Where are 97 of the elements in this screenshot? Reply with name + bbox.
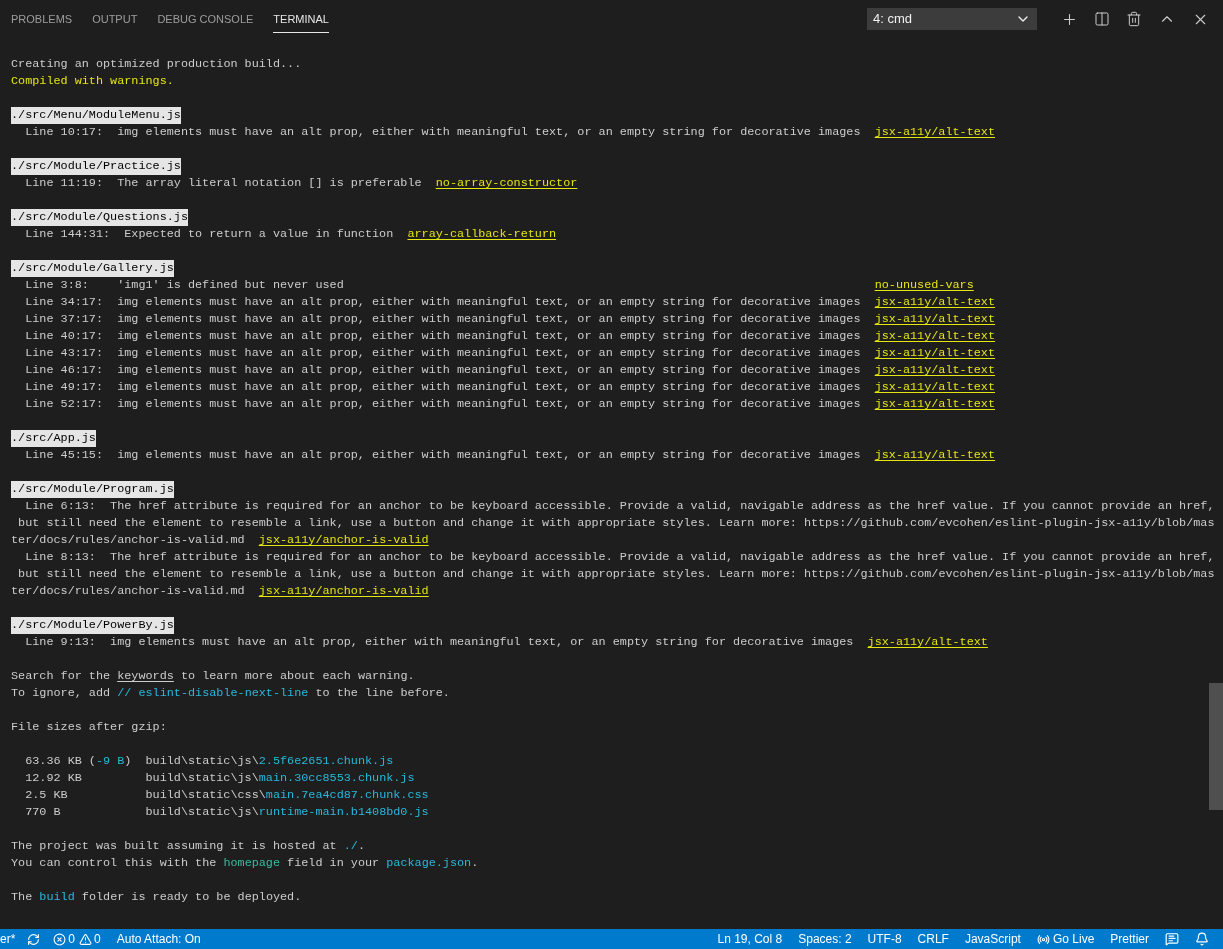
file-path: ./src/Module/Practice.js bbox=[11, 158, 181, 175]
warning-location: Line 45:15: bbox=[25, 447, 105, 464]
error-count[interactable]: 0 bbox=[68, 930, 76, 948]
file-size: 770 B bbox=[25, 804, 62, 821]
sync-icon[interactable] bbox=[27, 932, 41, 946]
terminal-line: You can control this with the homepage field in your package.json. bbox=[11, 855, 479, 872]
warning-message: Expected to return a value in function bbox=[124, 226, 395, 243]
warning-message: img elements must have an alt prop, either with meaningful text, or an empty string for decorative images bbox=[117, 328, 862, 345]
status-item[interactable]: CRLF bbox=[917, 930, 949, 948]
warning-message: img elements must have an alt prop, either with meaningful text, or an empty string for decorative images bbox=[117, 396, 862, 413]
rule-link[interactable]: jsx-a11y/anchor-is-valid bbox=[258, 532, 429, 549]
output-file-path: build\static\css\main.7ea4cd87.chunk.css bbox=[145, 787, 429, 804]
warning-location: Line 9:13: bbox=[25, 634, 97, 651]
panel-tab[interactable]: OUTPUT bbox=[92, 4, 138, 34]
warning-message: but still need the element to resemble a link, use a button and change it with appropriate styles. Learn more: https://github.com/evcohen/eslint-plugin-jsx-a11y/blob/mas bbox=[17, 566, 1215, 583]
rule-link[interactable]: jsx-a11y/alt-text bbox=[874, 328, 995, 345]
warning-location: Line 6:13: bbox=[25, 498, 97, 515]
rule-link[interactable]: jsx-a11y/alt-text bbox=[874, 396, 995, 413]
scrollbar-thumb[interactable] bbox=[1209, 683, 1223, 810]
terminal-line: The project was built assuming it is hosted at ./. bbox=[11, 838, 365, 855]
warning-location: Line 3:8: bbox=[25, 277, 90, 294]
rule-link[interactable]: no-array-constructor bbox=[435, 175, 578, 192]
rule-link[interactable]: jsx-a11y/alt-text bbox=[874, 345, 995, 362]
terminal-line: File sizes after gzip: bbox=[11, 719, 167, 736]
file-path: ./src/Module/Questions.js bbox=[11, 209, 188, 226]
panel-tab[interactable]: TERMINAL bbox=[273, 4, 329, 34]
file-path: ./src/Module/Gallery.js bbox=[11, 260, 174, 277]
broadcast-icon bbox=[1036, 932, 1050, 946]
rule-link[interactable]: jsx-a11y/alt-text bbox=[867, 634, 988, 651]
feedback-icon[interactable] bbox=[1165, 932, 1179, 946]
warning-count[interactable]: 0 bbox=[94, 930, 101, 948]
rule-link[interactable]: jsx-a11y/alt-text bbox=[874, 311, 995, 328]
warning-location: Line 52:17: bbox=[25, 396, 105, 413]
terminal-line: To ignore, add // eslint-disable-next-line to the line before. bbox=[11, 685, 450, 702]
terminal-line: Compiled with warnings. bbox=[11, 73, 174, 90]
trash-icon[interactable] bbox=[1126, 11, 1142, 27]
warning-location: Line 10:17: bbox=[25, 124, 105, 141]
rule-link[interactable]: jsx-a11y/alt-text bbox=[874, 447, 995, 464]
file-size: 12.92 KB bbox=[25, 770, 83, 787]
file-size: 2.5 KB bbox=[25, 787, 69, 804]
rule-link[interactable]: jsx-a11y/anchor-is-valid bbox=[258, 583, 429, 600]
file-path: ./src/Module/Program.js bbox=[11, 481, 174, 498]
split-icon[interactable] bbox=[1094, 11, 1110, 27]
warning-message: img elements must have an alt prop, either with meaningful text, or an empty string for decorative images bbox=[117, 362, 862, 379]
warning-location: Line 43:17: bbox=[25, 345, 105, 362]
warning-message: img elements must have an alt prop, either with meaningful text, or an empty string for decorative images bbox=[117, 294, 862, 311]
branch-name[interactable]: er* bbox=[0, 930, 28, 948]
warning-location: Line 46:17: bbox=[25, 362, 105, 379]
file-size: 63.36 KB (-9 B) bbox=[25, 753, 133, 770]
panel-tab[interactable]: PROBLEMS bbox=[11, 4, 73, 34]
warning-location: Line 40:17: bbox=[25, 328, 105, 345]
formatter-status[interactable]: Prettier bbox=[1110, 930, 1149, 948]
file-path: ./src/App.js bbox=[11, 430, 96, 447]
rule-link[interactable]: jsx-a11y/alt-text bbox=[874, 379, 995, 396]
warning-message: ter/docs/rules/anchor-is-valid.md bbox=[11, 583, 245, 600]
warning-message: ter/docs/rules/anchor-is-valid.md bbox=[11, 532, 245, 549]
warning-message: img elements must have an alt prop, either with meaningful text, or an empty string for decorative images bbox=[117, 345, 862, 362]
output-file-path: build\static\js\2.5f6e2651.chunk.js bbox=[145, 753, 394, 770]
terminal-line: Search for the keywords to learn more about each warning. bbox=[11, 668, 415, 685]
output-file-path: build\static\js\main.30cc8553.chunk.js bbox=[145, 770, 415, 787]
warning-message: The href attribute is required for an anchor to be keyboard accessible. Provide a valid, navigable address as the href value. If you cannot provide an href, bbox=[110, 549, 1215, 566]
warning-message: The href attribute is required for an anchor to be keyboard accessible. Provide a valid, navigable address as the href value. If you cannot provide an href, bbox=[110, 498, 1215, 515]
rule-link[interactable]: jsx-a11y/alt-text bbox=[874, 124, 995, 141]
warning-message: img elements must have an alt prop, either with meaningful text, or an empty string for decorative images bbox=[117, 447, 862, 464]
go-live-button[interactable]: Go Live bbox=[1052, 930, 1095, 948]
warning-location: Line 37:17: bbox=[25, 311, 105, 328]
warning-message: img elements must have an alt prop, either with meaningful text, or an empty string for decorative images bbox=[117, 124, 862, 141]
warning-message: The array literal notation [] is preferable bbox=[117, 175, 423, 192]
warning-message: img elements must have an alt prop, either with meaningful text, or an empty string for decorative images bbox=[110, 634, 855, 651]
terminal-line: Creating an optimized production build... bbox=[11, 56, 302, 73]
file-path: ./src/Module/PowerBy.js bbox=[11, 617, 174, 634]
panel-tab[interactable]: DEBUG CONSOLE bbox=[157, 4, 254, 34]
warning-location: Line 144:31: bbox=[25, 226, 112, 243]
status-item[interactable]: JavaScript bbox=[964, 930, 1021, 948]
rule-link[interactable]: jsx-a11y/alt-text bbox=[874, 362, 995, 379]
warning-location: Line 34:17: bbox=[25, 294, 105, 311]
terminal-select[interactable]: 4: cmd bbox=[867, 8, 1037, 30]
terminal-line: The build folder is ready to be deployed. bbox=[11, 889, 302, 906]
bell-icon[interactable] bbox=[1195, 932, 1209, 946]
status-item[interactable]: UTF-8 bbox=[867, 930, 902, 948]
auto-attach-status[interactable]: Auto Attach: On bbox=[116, 930, 201, 948]
warning-icon bbox=[79, 932, 93, 946]
warning-message: 'img1' is defined but never used bbox=[117, 277, 345, 294]
warning-location: Line 11:19: bbox=[25, 175, 105, 192]
file-path: ./src/Menu/ModuleMenu.js bbox=[11, 107, 181, 124]
warning-message: img elements must have an alt prop, either with meaningful text, or an empty string for decorative images bbox=[117, 379, 862, 396]
output-file-path: build\static\js\runtime-main.b1408bd0.js bbox=[145, 804, 429, 821]
rule-link[interactable]: array-callback-return bbox=[407, 226, 557, 243]
rule-link[interactable]: jsx-a11y/alt-text bbox=[874, 294, 995, 311]
error-icon bbox=[53, 932, 67, 946]
warning-message: but still need the element to resemble a link, use a button and change it with appropriate styles. Learn more: https://github.com/evcohen/eslint-plugin-jsx-a11y/blob/mas bbox=[17, 515, 1215, 532]
warning-location: Line 8:13: bbox=[25, 549, 97, 566]
warning-location: Line 49:17: bbox=[25, 379, 105, 396]
status-item[interactable]: Ln 19, Col 8 bbox=[717, 930, 783, 948]
rule-link[interactable]: no-unused-vars bbox=[874, 277, 974, 294]
warning-message: img elements must have an alt prop, either with meaningful text, or an empty string for decorative images bbox=[117, 311, 862, 328]
status-item[interactable]: Spaces: 2 bbox=[798, 930, 852, 948]
